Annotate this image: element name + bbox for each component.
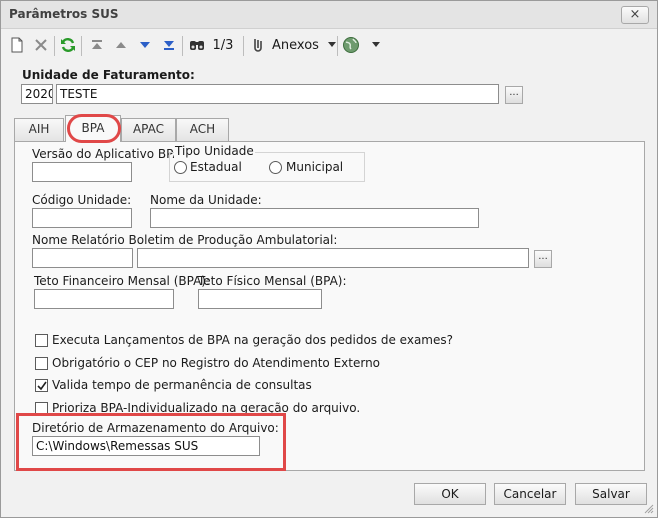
close-button[interactable]: × xyxy=(621,6,649,24)
previous-record-icon[interactable] xyxy=(111,34,131,56)
teto-fisico-label: Teto Físico Mensal (BPA): xyxy=(198,274,347,288)
nome-unidade-label: Nome da Unidade: xyxy=(150,193,262,207)
resize-grip-icon[interactable] xyxy=(644,504,654,514)
tab-aih[interactable]: AIH xyxy=(14,118,64,141)
tab-apac[interactable]: APAC xyxy=(121,118,176,141)
faturamento-code-field[interactable]: 2020 xyxy=(21,84,53,104)
attachments-button[interactable]: Anexos xyxy=(249,34,337,56)
faturamento-browse-button[interactable]: ... xyxy=(505,86,523,104)
bpa-tab-highlight xyxy=(67,114,121,143)
relatorio-label: Nome Relatório Boletim de Produção Ambul… xyxy=(32,233,338,247)
parametros-sus-dialog: Parâmetros SUS × 1/3 Anexos Unidade de F… xyxy=(0,0,658,518)
attachments-icon xyxy=(249,36,267,54)
teto-financeiro-field[interactable] xyxy=(34,289,174,309)
globe-menu-button[interactable] xyxy=(342,34,386,56)
toolbar: 1/3 Anexos xyxy=(1,30,657,60)
relatorio-name-field[interactable] xyxy=(137,248,529,268)
estadual-radio[interactable] xyxy=(174,161,187,174)
window-title: Parâmetros SUS xyxy=(9,7,119,21)
obrigatorio-cep-checkbox[interactable] xyxy=(35,357,48,370)
ok-button[interactable]: OK xyxy=(414,483,486,505)
new-document-icon[interactable] xyxy=(7,34,27,56)
obrigatorio-cep-label: Obrigatório o CEP no Registro do Atendim… xyxy=(52,356,381,370)
toolbar-separator xyxy=(81,36,82,56)
estadual-label: Estadual xyxy=(190,160,242,174)
tab-ach[interactable]: ACH xyxy=(176,118,229,141)
relatorio-browse-button[interactable]: ... xyxy=(534,250,552,268)
versao-label: Versão do Aplicativo BPA: xyxy=(32,147,185,161)
attachments-label: Anexos xyxy=(272,37,319,53)
toolbar-separator xyxy=(54,36,55,56)
codigo-unidade-label: Código Unidade: xyxy=(32,193,132,207)
chevron-down-icon xyxy=(372,42,380,48)
checkmark-icon xyxy=(37,381,47,391)
next-record-icon[interactable] xyxy=(135,34,155,56)
delete-icon[interactable] xyxy=(31,34,51,56)
find-icon[interactable] xyxy=(187,34,207,56)
municipal-label: Municipal xyxy=(286,160,344,174)
globe-icon xyxy=(342,36,360,54)
executa-lancamentos-checkbox[interactable] xyxy=(35,334,48,347)
versao-field[interactable] xyxy=(32,162,132,182)
teto-financeiro-label: Teto Financeiro Mensal (BPA): xyxy=(34,274,211,288)
title-bar: Parâmetros SUS × xyxy=(1,1,657,29)
valida-tempo-checkbox[interactable] xyxy=(35,379,48,392)
executa-lancamentos-label: Executa Lançamentos de BPA na geração do… xyxy=(52,333,454,347)
relatorio-code-field[interactable] xyxy=(32,248,133,268)
teto-fisico-field[interactable] xyxy=(198,289,322,309)
record-position: 1/3 xyxy=(212,37,234,53)
toolbar-separator xyxy=(182,36,183,56)
diretorio-label: Diretório de Armazenamento do Arquivo: xyxy=(32,421,279,435)
valida-tempo-label: Valida tempo de permanência de consultas xyxy=(52,378,312,392)
toolbar-separator xyxy=(243,36,244,56)
toolbar-separator xyxy=(337,36,338,56)
cancel-button[interactable]: Cancelar xyxy=(494,483,566,505)
save-button[interactable]: Salvar xyxy=(575,483,647,505)
municipal-radio[interactable] xyxy=(269,161,282,174)
refresh-icon[interactable] xyxy=(58,34,78,56)
tipo-unidade-legend: Tipo Unidade xyxy=(174,144,255,158)
diretorio-field[interactable]: C:\Windows\Remessas SUS xyxy=(32,436,260,456)
first-record-icon[interactable] xyxy=(87,34,107,56)
chevron-down-icon xyxy=(327,42,336,48)
codigo-unidade-field[interactable] xyxy=(32,208,132,228)
faturamento-name-field[interactable]: TESTE xyxy=(56,84,499,104)
faturamento-label: Unidade de Faturamento: xyxy=(22,68,195,82)
last-record-icon[interactable] xyxy=(159,34,179,56)
nome-unidade-field[interactable] xyxy=(150,208,479,228)
